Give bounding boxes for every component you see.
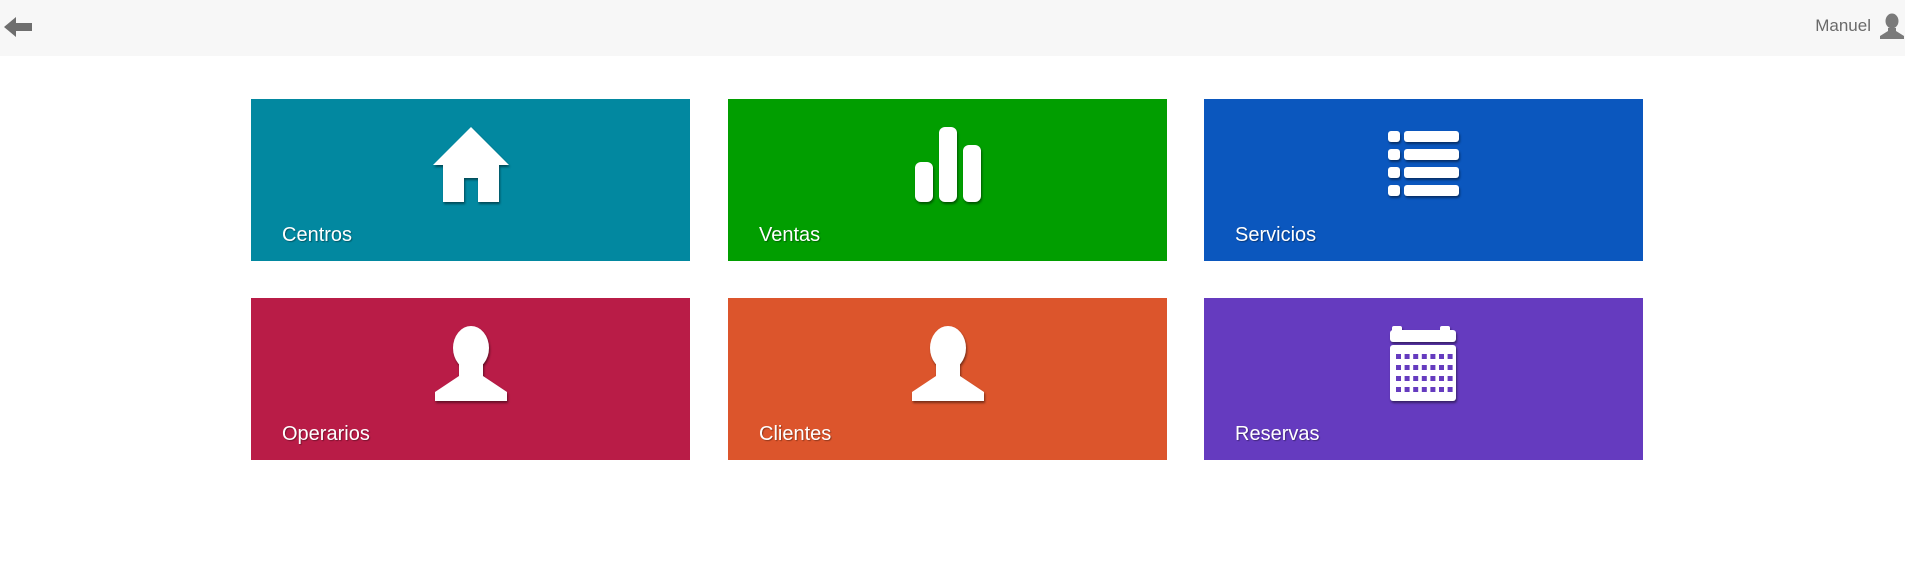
tile-reservas[interactable]: Reservas: [1204, 298, 1643, 460]
user-icon: [1880, 13, 1904, 39]
tile-label: Servicios: [1235, 224, 1317, 246]
tile-label: Operarios: [282, 423, 370, 445]
tile-centros[interactable]: Centros: [251, 99, 690, 261]
user-name: Manuel: [1815, 16, 1871, 35]
tile-servicios[interactable]: Servicios: [1204, 99, 1643, 261]
tile-ventas[interactable]: Ventas: [728, 99, 1167, 261]
tile-label: Centros: [282, 224, 353, 246]
top-bar: Manuel: [0, 0, 1905, 56]
user-icon: [434, 326, 507, 401]
tile-clientes[interactable]: Clientes: [728, 298, 1167, 460]
user-icon: [911, 326, 984, 401]
tile-label: Ventas: [759, 224, 821, 246]
tile-label: Reservas: [1235, 423, 1320, 445]
tile-label: Clientes: [759, 423, 832, 445]
tile-operarios[interactable]: Operarios: [251, 298, 690, 460]
bar-chart-icon: [914, 127, 981, 202]
arrow-left-icon[interactable]: [2, 14, 34, 40]
home-icon: [432, 127, 509, 202]
calendar-icon: [1389, 326, 1456, 401]
user-menu[interactable]: Manuel: [1815, 12, 1905, 40]
list-icon: [1387, 131, 1459, 196]
